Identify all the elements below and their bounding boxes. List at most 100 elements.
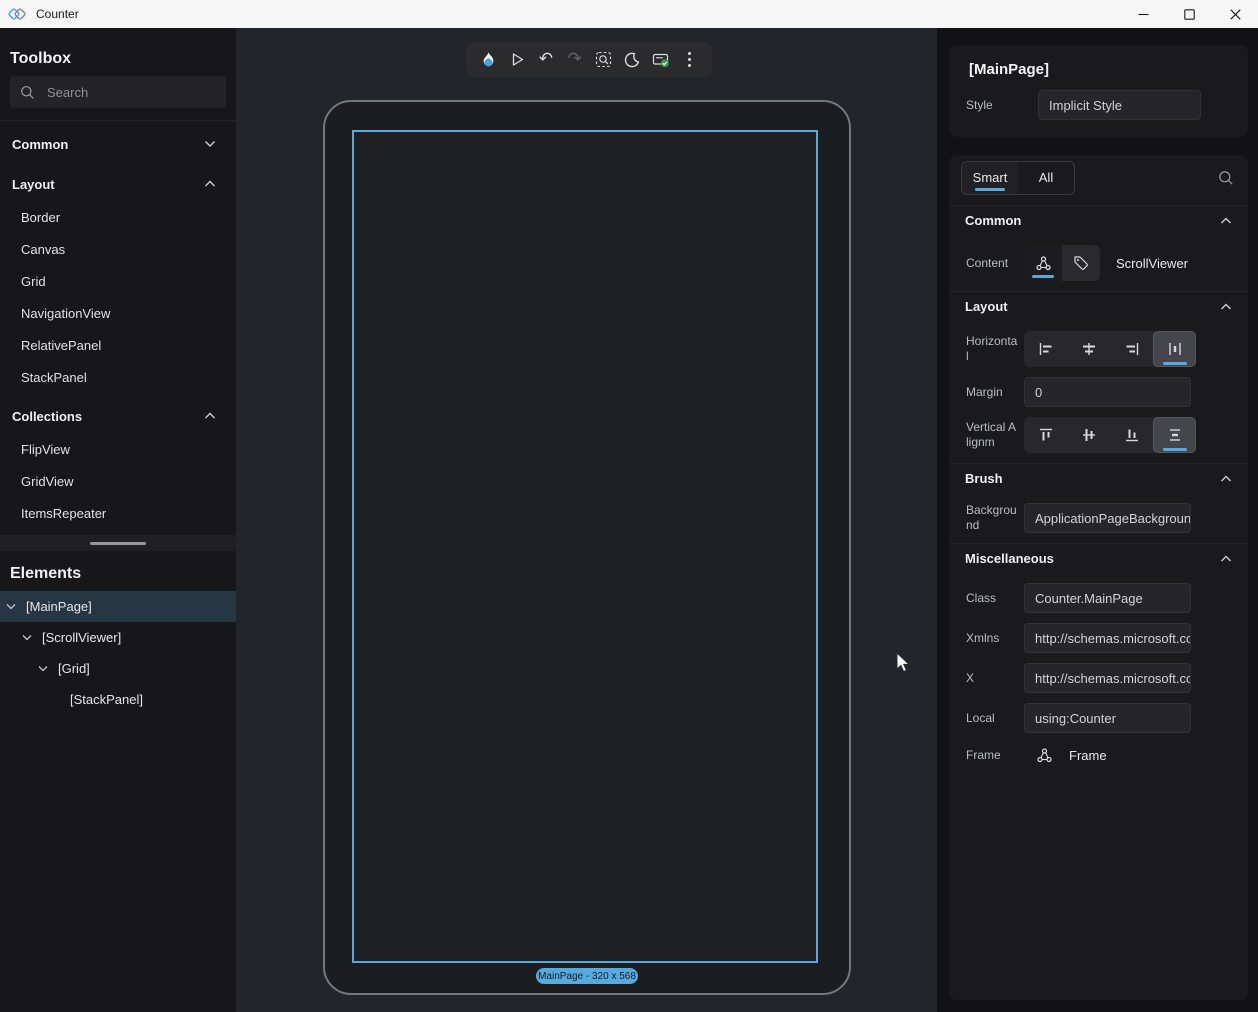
content-element-mode-button[interactable] [1024,245,1062,281]
local-field[interactable]: using:Counter [1024,703,1191,733]
toolbox-item-itemsrepeater[interactable]: ItemsRepeater [0,497,236,529]
toolbox-item-gridview[interactable]: GridView [0,465,236,497]
vertical-alignment-group [1024,417,1196,453]
background-label: Background [966,503,1018,533]
mainpage-design-surface[interactable] [352,130,818,963]
frame-value[interactable]: Frame [1069,748,1107,763]
class-field[interactable]: Counter.MainPage [1024,583,1191,613]
kebab-menu-icon[interactable] [679,49,701,71]
theme-moon-icon[interactable] [621,49,643,71]
toolbox-panel: Toolbox Common Layout Border Canvas Grid… [0,28,236,1012]
chevron-up-icon [1220,303,1232,311]
section-miscellaneous[interactable]: Miscellaneous [949,543,1248,573]
stretch-vertical-button[interactable] [1153,417,1196,453]
frame-label: Frame [966,748,1018,763]
redo-icon[interactable]: ↷ [564,49,586,71]
search-input[interactable] [47,85,197,100]
properties-card: Smart All Common Content [949,155,1248,1000]
design-canvas[interactable]: ↶ ↷ MainPage - 320 x 568 [236,28,937,1012]
stretch-horizontal-button[interactable] [1153,331,1196,367]
content-tag-mode-button[interactable] [1062,245,1100,281]
canvas-toolbar: ↶ ↷ [466,42,712,77]
selected-element-title: [MainPage] [969,61,1248,78]
search-icon [20,85,35,100]
chevron-up-icon [1220,475,1232,483]
x-namespace-label: X [966,671,1018,686]
tree-item-grid[interactable]: [Grid] [0,653,236,684]
titlebar: Counter [0,0,1258,28]
play-icon[interactable] [506,49,528,71]
component-icon [1035,255,1052,272]
toolbox-search[interactable] [10,76,226,108]
device-frame [323,100,851,995]
elements-title: Elements [10,565,236,583]
splitter-handle [90,542,146,545]
toolbox-item-flipview[interactable]: FlipView [0,433,236,465]
local-label: Local [966,711,1018,726]
inspector-panel: [MainPage] Style Implicit Style Smart Al… [937,28,1258,1012]
toolbox-section-common[interactable]: Common [0,127,236,161]
app-logo-icon [8,5,26,23]
chevron-up-icon [1220,555,1232,563]
selected-align-underline [1163,448,1187,451]
x-namespace-field[interactable]: http://schemas.microsoft.com [1024,663,1191,693]
panel-splitter[interactable] [0,535,236,551]
align-center-horizontal-button[interactable] [1067,331,1110,367]
section-layout[interactable]: Layout [949,291,1248,321]
margin-field[interactable]: 0 [1024,377,1191,407]
tree-item-stackpanel[interactable]: [StackPanel] [0,684,236,715]
page-size-badge: MainPage - 320 x 568 [536,968,638,984]
hot-reload-flame-icon[interactable] [477,49,499,71]
changes-check-icon[interactable] [650,49,672,71]
toolbox-item-canvas[interactable]: Canvas [0,233,236,265]
app-window: { "titlebar": { "title": "Counter" }, "t… [0,0,1258,1012]
style-label: Style [966,98,1018,113]
toolbox-item-grid[interactable]: Grid [0,265,236,297]
horizontal-alignment-group [1024,331,1196,367]
xmlns-field[interactable]: http://schemas.microsoft.com [1024,623,1191,653]
section-brush[interactable]: Brush [949,463,1248,493]
align-top-button[interactable] [1024,417,1067,453]
class-label: Class [966,591,1018,606]
chevron-down-icon[interactable] [22,634,34,641]
tab-smart[interactable]: Smart [962,162,1018,194]
close-button[interactable] [1212,0,1258,28]
toolbox-item-border[interactable]: Border [0,201,236,233]
tree-item-mainpage[interactable]: [MainPage] [0,591,236,622]
section-common[interactable]: Common [949,205,1248,235]
maximize-button[interactable] [1166,0,1212,28]
properties-tabsbar: Smart All [949,155,1248,195]
chevron-down-icon[interactable] [38,665,50,672]
toolbox-item-navigationview[interactable]: NavigationView [0,297,236,329]
toolbox-item-stackpanel[interactable]: StackPanel [0,361,236,393]
tree-item-scrollviewer[interactable]: [ScrollViewer] [0,622,236,653]
minimize-button[interactable] [1120,0,1166,28]
align-left-button[interactable] [1024,331,1067,367]
window-title: Counter [36,7,79,21]
margin-label: Margin [966,385,1018,400]
align-center-vertical-button[interactable] [1067,417,1110,453]
zoom-selection-icon[interactable] [592,49,614,71]
active-tab-underline [975,188,1005,191]
align-bottom-button[interactable] [1110,417,1153,453]
chevron-down-icon[interactable] [6,603,18,610]
chevron-down-icon [204,140,216,148]
toolbox-section-layout[interactable]: Layout [0,167,236,201]
properties-search-icon[interactable] [1218,170,1234,186]
toolbox-section-collections[interactable]: Collections [0,399,236,433]
style-field[interactable]: Implicit Style [1038,90,1201,120]
horizontal-alignment-label: Horizontal [966,334,1018,364]
tab-all[interactable]: All [1018,162,1074,194]
content-mode-toggle [1024,245,1100,281]
toolbox-title: Toolbox [10,50,236,68]
content-value: ScrollViewer [1116,256,1188,271]
align-right-button[interactable] [1110,331,1153,367]
background-field[interactable]: ApplicationPageBackground [1024,503,1191,533]
chevron-up-icon [204,180,216,188]
chevron-up-icon [204,412,216,420]
undo-icon[interactable]: ↶ [535,49,557,71]
selected-segment-underline [1032,275,1054,278]
divider [0,120,236,121]
selected-element-card: [MainPage] Style Implicit Style [949,45,1248,137]
toolbox-item-relativepanel[interactable]: RelativePanel [0,329,236,361]
